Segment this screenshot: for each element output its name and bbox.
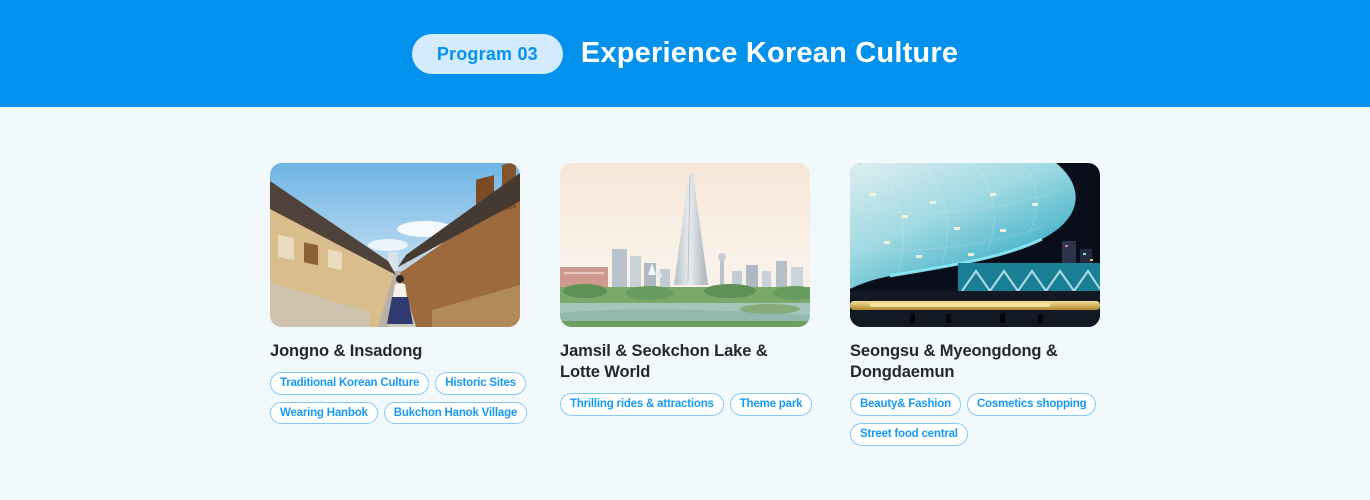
card-tags: Traditional Korean Culture Historic Site… [270,372,520,424]
tag-chip: Street food central [850,423,968,446]
lotte-world-tower-photo [560,163,810,327]
tag-chip: Cosmetics shopping [967,393,1097,416]
card-title: Jamsil & Seokchon Lake & Lotte World [560,341,810,383]
program-badge: Program 03 [412,34,563,74]
tag-chip: Historic Sites [435,372,526,395]
tag-chip: Bukchon Hanok Village [384,402,527,425]
card-tags: Thrilling rides & attractions Theme park [560,393,810,416]
destination-card-jongno: Jongno & Insadong Traditional Korean Cul… [270,163,520,424]
destination-card-seongsu: Seongsu & Myeongdong & Dongdaemun Beauty… [850,163,1100,446]
cards-row: Jongno & Insadong Traditional Korean Cul… [0,163,1370,446]
bukchon-hanok-village-photo [270,163,520,327]
tag-chip: Traditional Korean Culture [270,372,429,395]
card-tags: Beauty& Fashion Cosmetics shopping Stree… [850,393,1100,445]
tag-chip: Theme park [730,393,813,416]
tag-row: Thrilling rides & attractions Theme park [560,393,812,416]
dongdaemun-design-plaza-photo [850,163,1100,327]
tag-chip: Wearing Hanbok [270,402,378,425]
section-header: Program 03 Experience Korean Culture [0,0,1370,107]
card-title: Jongno & Insadong [270,341,520,362]
tag-chip: Thrilling rides & attractions [560,393,724,416]
tag-chip: Beauty& Fashion [850,393,961,416]
card-title: Seongsu & Myeongdong & Dongdaemun [850,341,1100,383]
destination-card-jamsil: Jamsil & Seokchon Lake & Lotte World Thr… [560,163,810,416]
tag-row: Wearing Hanbok Bukchon Hanok Village [270,402,527,425]
tag-row: Street food central [850,423,968,446]
section-title: Experience Korean Culture [581,37,958,70]
tag-row: Beauty& Fashion Cosmetics shopping [850,393,1096,416]
tag-row: Traditional Korean Culture Historic Site… [270,372,526,395]
